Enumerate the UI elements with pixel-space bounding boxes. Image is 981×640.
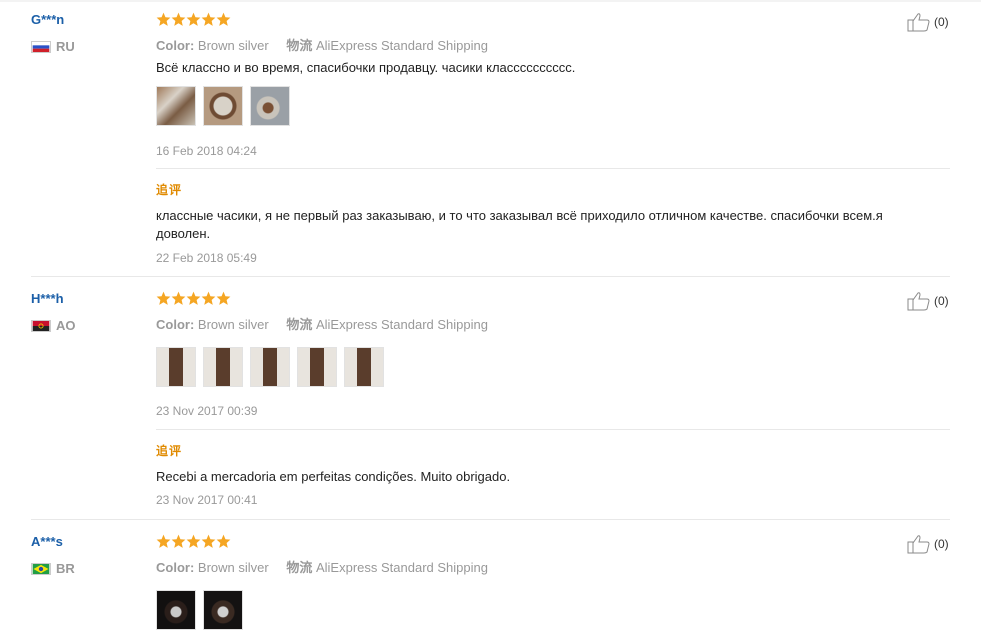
review-photo[interactable] xyxy=(203,590,243,630)
rating-stars xyxy=(156,291,231,306)
followup-label: 追评 xyxy=(156,183,183,197)
reviewer-country: BR xyxy=(31,561,75,576)
review-item: H***h AO Color: Brown silver 物流 AliExpre… xyxy=(0,279,981,519)
review-photo[interactable] xyxy=(203,86,243,126)
helpful-button[interactable]: (0) xyxy=(907,534,949,554)
review-photos xyxy=(156,590,250,630)
color-value: Brown silver xyxy=(197,38,269,53)
flag-br-icon xyxy=(31,562,51,575)
star-icon xyxy=(216,291,231,305)
color-value: Brown silver xyxy=(197,317,269,332)
color-label: Color: xyxy=(156,560,195,575)
review-photos xyxy=(156,86,297,126)
star-icon xyxy=(216,534,231,548)
country-code: AO xyxy=(56,318,76,333)
review-text: Всё классно и во время, спасибочки прода… xyxy=(156,60,576,75)
star-icon xyxy=(201,291,216,305)
thumbs-up-icon xyxy=(907,13,930,32)
star-icon xyxy=(171,534,186,548)
star-icon xyxy=(186,12,201,26)
helpful-count: (0) xyxy=(934,15,949,29)
helpful-button[interactable]: (0) xyxy=(907,291,949,311)
followup-date: 23 Nov 2017 00:41 xyxy=(156,493,258,507)
review-item: G***n RU Color: Brown silver 物流 AliExpre… xyxy=(0,0,981,276)
order-info: Color: Brown silver 物流 AliExpress Standa… xyxy=(156,314,488,333)
review-photo[interactable] xyxy=(250,86,290,126)
shipping-value: AliExpress Standard Shipping xyxy=(315,38,488,53)
review-photo[interactable] xyxy=(297,347,337,387)
followup-date: 22 Feb 2018 05:49 xyxy=(156,251,257,265)
star-icon xyxy=(156,534,171,548)
review-date: 23 Nov 2017 00:39 xyxy=(156,404,258,418)
rating-stars xyxy=(156,12,231,27)
flag-ru-icon xyxy=(31,40,51,53)
thumbs-up-icon xyxy=(907,292,930,311)
helpful-button[interactable]: (0) xyxy=(907,12,949,32)
color-value: Brown silver xyxy=(197,560,269,575)
star-icon xyxy=(156,291,171,305)
followup-label: 追评 xyxy=(156,444,183,458)
followup-text: классные часики, я не первый раз заказыв… xyxy=(156,208,883,241)
review-divider xyxy=(31,276,950,277)
reviewer-name[interactable]: A***s xyxy=(31,534,63,549)
reviewer-name[interactable]: G***n xyxy=(31,12,64,27)
shipping-label: 物流 xyxy=(286,317,313,332)
review-divider xyxy=(31,519,950,520)
order-info: Color: Brown silver 物流 AliExpress Standa… xyxy=(156,557,488,576)
rating-stars xyxy=(156,534,231,549)
review-date: 16 Feb 2018 04:24 xyxy=(156,144,257,158)
star-icon xyxy=(186,291,201,305)
helpful-count: (0) xyxy=(934,294,949,308)
flag-ao-icon xyxy=(31,319,51,332)
review-photos xyxy=(156,347,391,387)
followup-divider xyxy=(156,429,950,430)
shipping-value: AliExpress Standard Shipping xyxy=(315,317,488,332)
followup-divider xyxy=(156,168,950,169)
country-code: BR xyxy=(56,561,75,576)
star-icon xyxy=(216,12,231,26)
shipping-label: 物流 xyxy=(286,560,313,575)
review-photo[interactable] xyxy=(156,86,196,126)
star-icon xyxy=(156,12,171,26)
review-photo[interactable] xyxy=(156,347,196,387)
star-icon xyxy=(186,534,201,548)
shipping-label: 物流 xyxy=(286,38,313,53)
review-photo[interactable] xyxy=(250,347,290,387)
shipping-value: AliExpress Standard Shipping xyxy=(315,560,488,575)
reviewer-country: RU xyxy=(31,39,75,54)
star-icon xyxy=(201,534,216,548)
order-info: Color: Brown silver 物流 AliExpress Standa… xyxy=(156,35,488,54)
reviewer-country: AO xyxy=(31,318,76,333)
review-item: A***s BR Color: Brown silver 物流 AliExpre… xyxy=(0,522,981,640)
star-icon xyxy=(171,291,186,305)
review-photo[interactable] xyxy=(344,347,384,387)
color-label: Color: xyxy=(156,38,195,53)
country-code: RU xyxy=(56,39,75,54)
color-label: Color: xyxy=(156,317,195,332)
star-icon xyxy=(201,12,216,26)
helpful-count: (0) xyxy=(934,537,949,551)
reviewer-name[interactable]: H***h xyxy=(31,291,64,306)
review-photo[interactable] xyxy=(156,590,196,630)
review-photo[interactable] xyxy=(203,347,243,387)
followup-text: Recebi a mercadoria em perfeitas condiçõ… xyxy=(156,469,511,484)
star-icon xyxy=(171,12,186,26)
thumbs-up-icon xyxy=(907,535,930,554)
